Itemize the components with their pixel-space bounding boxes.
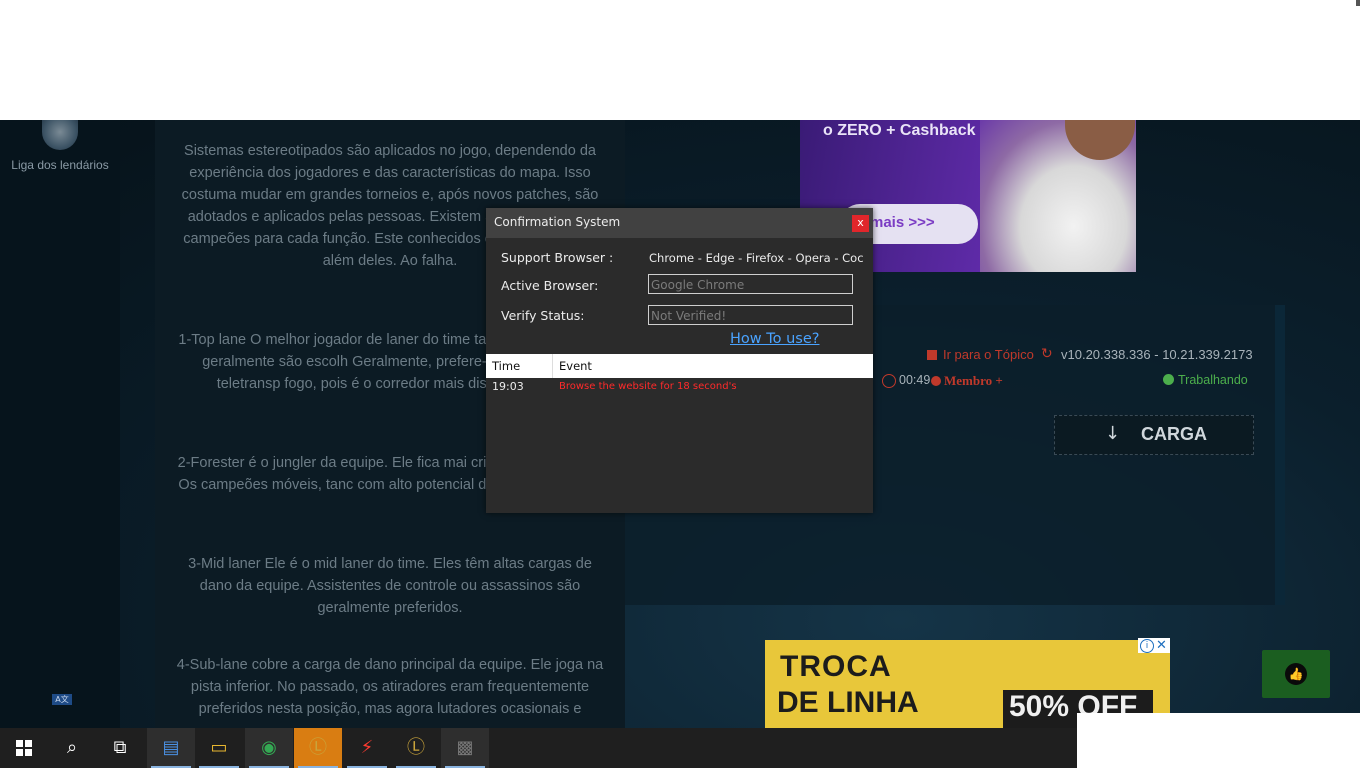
league-client-icon: Ⓛ (309, 737, 327, 758)
browser-top-area (0, 0, 1360, 120)
app-window-icon: ▩ (456, 737, 474, 758)
ad-bottom-line2: DE LINHA (777, 686, 919, 719)
ad-bottom-line1: TROCA (780, 650, 892, 683)
verify-status-field[interactable]: Not Verified! (648, 305, 853, 325)
clock-icon (882, 374, 896, 388)
external-link-icon (927, 350, 937, 360)
goto-topic-label: Ir para o Tópico (943, 347, 1034, 362)
news-app-icon: ▤ (162, 737, 180, 758)
download-button[interactable]: ↓ CARGA (1054, 415, 1254, 455)
task-view-icon: ⧉ (113, 737, 127, 758)
start-button[interactable] (0, 728, 48, 768)
blank-area (1077, 713, 1360, 768)
taskbar: ⌕ ⧉ ▤ ▭ ◉ Ⓛ ⚡ Ⓛ ▩ (0, 728, 1077, 768)
status-badge: Trabalhando (1163, 373, 1248, 387)
thumbs-up-icon: 👍 (1285, 663, 1307, 685)
log-column-time[interactable]: Time (492, 359, 520, 373)
log-column-event[interactable]: Event (559, 359, 592, 373)
article-paragraph-4: 3-Mid laner Ele é o mid laner do time. E… (188, 556, 592, 616)
taskbar-bolt-app[interactable]: ⚡ (343, 728, 391, 768)
version-text: v10.20.338.336 - 10.21.339.2173 (1061, 347, 1253, 362)
ad-close-icon[interactable]: ✕ (1156, 638, 1167, 653)
bolt-app-icon: ⚡ (360, 737, 374, 758)
active-browser-label: Active Browser: (501, 278, 599, 293)
member-label: Membro + (944, 373, 1003, 388)
support-browser-label: Support Browser : (501, 250, 614, 265)
active-browser-field[interactable]: Google Chrome (648, 274, 853, 294)
search-icon: ⌕ (66, 737, 78, 758)
avatar[interactable] (42, 120, 78, 150)
ad-cta-label: mais >>> (870, 214, 935, 231)
info-icon (1163, 374, 1174, 385)
taskbar-app-window[interactable]: ▩ (441, 728, 489, 768)
support-browser-value: Chrome - Edge - Firefox - Opera - Coc (649, 251, 864, 265)
how-to-use-link[interactable]: How To use? (730, 331, 819, 347)
log-table-header: Time Event (486, 354, 873, 378)
left-sidebar: Liga dos lendários A文 (0, 120, 120, 728)
like-button[interactable]: 👍 (1262, 650, 1330, 698)
avatar-label[interactable]: Liga dos lendários (0, 158, 120, 172)
column-divider[interactable] (552, 354, 553, 378)
refresh-icon: ↻ (1041, 346, 1053, 362)
status-label: Trabalhando (1178, 373, 1248, 387)
taskbar-league-game[interactable]: Ⓛ (392, 728, 440, 768)
confirmation-dialog: Confirmation System x Support Browser : … (486, 208, 873, 513)
taskbar-chrome[interactable]: ◉ (245, 728, 293, 768)
member-badge: Membro + (931, 373, 1003, 389)
info-icon (931, 376, 941, 386)
taskbar-league-client[interactable]: Ⓛ (294, 728, 342, 768)
ad-info-icon[interactable]: i (1140, 639, 1154, 653)
ad-choices[interactable]: i ✕ (1138, 638, 1170, 653)
chrome-icon: ◉ (261, 737, 277, 758)
file-explorer-icon: ▭ (210, 737, 228, 758)
article-paragraph-5: 4-Sub-lane cobre a carga de dano princip… (176, 657, 604, 717)
league-game-icon: Ⓛ (407, 737, 425, 758)
ad-headline: o ZERO + Cashback (823, 122, 976, 139)
dialog-title: Confirmation System (494, 215, 621, 229)
goto-topic-link[interactable]: Ir para o Tópico (927, 347, 1034, 362)
arrow-down-icon: ↓ (1105, 423, 1121, 444)
translate-icon[interactable]: A文 (52, 694, 72, 705)
close-icon[interactable]: x (852, 215, 869, 232)
scrollbar-thumb[interactable] (1356, 0, 1360, 6)
dialog-titlebar[interactable]: Confirmation System (486, 208, 873, 238)
log-row-event: Browse the website for 18 second's (559, 381, 737, 392)
panel-edge (1275, 305, 1285, 605)
post-time: 00:49 (899, 373, 931, 387)
download-label: CARGA (1141, 424, 1207, 444)
taskbar-search-button[interactable]: ⌕ (48, 728, 96, 768)
verify-status-label: Verify Status: (501, 308, 585, 323)
task-view-button[interactable]: ⧉ (96, 728, 144, 768)
start-icon (16, 740, 32, 756)
taskbar-news-app[interactable]: ▤ (147, 728, 195, 768)
taskbar-file-explorer[interactable]: ▭ (195, 728, 243, 768)
log-row-time: 19:03 (492, 380, 524, 393)
